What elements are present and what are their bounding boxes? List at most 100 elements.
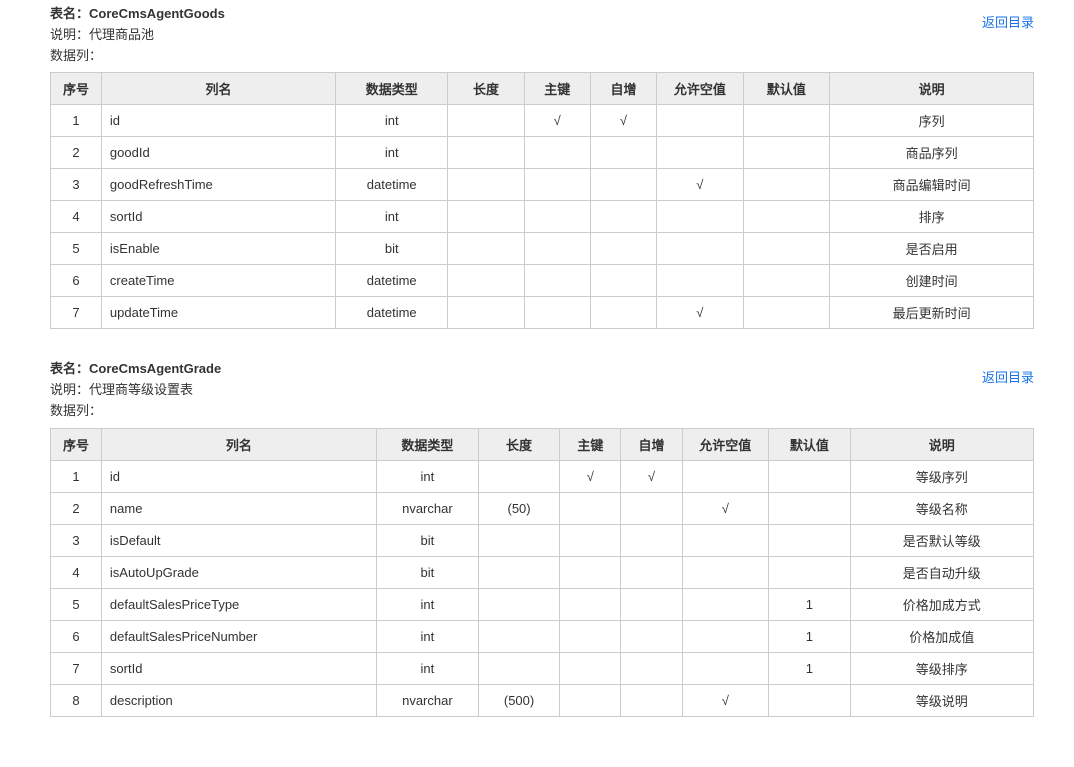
cell-no: 2	[51, 137, 102, 169]
cell-null	[682, 524, 769, 556]
cell-def	[769, 524, 850, 556]
cell-ai	[621, 524, 682, 556]
columns-prefix-line: 数据列：	[50, 401, 1034, 422]
cell-def: 1	[769, 652, 850, 684]
col-header: 默认值	[769, 428, 850, 460]
cell-null	[657, 137, 744, 169]
cell-col: defaultSalesPriceType	[101, 588, 376, 620]
cell-null	[682, 460, 769, 492]
cell-type: bit	[376, 524, 478, 556]
cell-len: (50)	[478, 492, 559, 524]
table-name-line: 表名：CoreCmsAgentGoods	[50, 4, 1034, 25]
cell-remark: 商品编辑时间	[830, 169, 1034, 201]
table-name-line: 表名：CoreCmsAgentGrade	[50, 359, 1034, 380]
cell-null	[682, 620, 769, 652]
cell-no: 5	[51, 233, 102, 265]
col-header: 数据类型	[376, 428, 478, 460]
cell-null: √	[657, 169, 744, 201]
cell-pk	[560, 492, 621, 524]
back-to-toc-link[interactable]: 返回目录	[982, 367, 1034, 386]
cell-def	[769, 460, 850, 492]
cell-pk	[560, 684, 621, 716]
cell-null	[657, 105, 744, 137]
cell-def	[769, 684, 850, 716]
cell-null: √	[682, 492, 769, 524]
cell-pk	[524, 137, 590, 169]
table-row: 1idint√√序列	[51, 105, 1034, 137]
col-header: 自增	[621, 428, 682, 460]
cell-remark: 是否默认等级	[850, 524, 1033, 556]
cell-no: 6	[51, 620, 102, 652]
cell-no: 1	[51, 460, 102, 492]
cell-remark: 价格加成方式	[850, 588, 1033, 620]
cell-no: 8	[51, 684, 102, 716]
back-to-toc-link[interactable]: 返回目录	[982, 12, 1034, 31]
cell-len	[448, 297, 524, 329]
cell-def	[743, 169, 830, 201]
col-header: 序号	[51, 428, 102, 460]
cell-col: updateTime	[101, 297, 335, 329]
table-row: 5isEnablebit 是否启用	[51, 233, 1034, 265]
cell-len: (500)	[478, 684, 559, 716]
cell-remark: 创建时间	[830, 265, 1034, 297]
table-name-prefix: 表名：	[50, 6, 89, 21]
cell-no: 3	[51, 169, 102, 201]
cell-len	[448, 265, 524, 297]
cell-remark: 排序	[830, 201, 1034, 233]
col-header: 长度	[478, 428, 559, 460]
cell-ai	[590, 265, 656, 297]
cell-col: sortId	[101, 201, 335, 233]
cell-remark: 是否启用	[830, 233, 1034, 265]
table-row: 8descriptionnvarchar(500)√等级说明	[51, 684, 1034, 716]
header-row: 序号列名数据类型长度主键自增允许空值默认值说明	[51, 428, 1034, 460]
table-row: 3goodRefreshTimedatetime√商品编辑时间	[51, 169, 1034, 201]
cell-col: id	[101, 105, 335, 137]
cell-type: bit	[376, 556, 478, 588]
cell-ai	[621, 492, 682, 524]
cell-pk	[524, 169, 590, 201]
description-value: 代理商品池	[89, 27, 154, 42]
table-row: 7sortIdint1等级排序	[51, 652, 1034, 684]
header-row: 序号列名数据类型长度主键自增允许空值默认值说明	[51, 73, 1034, 105]
cell-type: int	[376, 588, 478, 620]
cell-col: id	[101, 460, 376, 492]
col-header: 主键	[560, 428, 621, 460]
cell-pk	[560, 556, 621, 588]
cell-no: 2	[51, 492, 102, 524]
section-header: 表名：CoreCmsAgentGoods说明：代理商品池数据列：返回目录	[50, 4, 1034, 66]
cell-len	[478, 620, 559, 652]
cell-remark: 等级序列	[850, 460, 1033, 492]
cell-type: bit	[336, 233, 448, 265]
cell-def: 1	[769, 588, 850, 620]
col-header: 允许空值	[682, 428, 769, 460]
cell-ai	[590, 201, 656, 233]
cell-col: isAutoUpGrade	[101, 556, 376, 588]
description-prefix: 说明：	[50, 382, 89, 397]
cell-type: datetime	[336, 265, 448, 297]
cell-col: isDefault	[101, 524, 376, 556]
cell-ai	[590, 169, 656, 201]
cell-col: sortId	[101, 652, 376, 684]
col-header: 列名	[101, 428, 376, 460]
table-name-value: CoreCmsAgentGoods	[89, 6, 225, 21]
cell-type: int	[376, 460, 478, 492]
cell-len	[448, 105, 524, 137]
cell-remark: 等级说明	[850, 684, 1033, 716]
cell-ai	[621, 652, 682, 684]
cell-col: goodRefreshTime	[101, 169, 335, 201]
col-header: 长度	[448, 73, 524, 105]
cell-no: 7	[51, 297, 102, 329]
table-row: 4isAutoUpGradebit是否自动升级	[51, 556, 1034, 588]
cell-null	[682, 556, 769, 588]
cell-no: 5	[51, 588, 102, 620]
cell-no: 7	[51, 652, 102, 684]
cell-remark: 等级名称	[850, 492, 1033, 524]
cell-remark: 等级排序	[850, 652, 1033, 684]
cell-ai	[590, 137, 656, 169]
col-header: 序号	[51, 73, 102, 105]
cell-col: isEnable	[101, 233, 335, 265]
cell-remark: 序列	[830, 105, 1034, 137]
description-prefix: 说明：	[50, 27, 89, 42]
table-section: 表名：CoreCmsAgentGoods说明：代理商品池数据列：返回目录序号列名…	[50, 4, 1034, 329]
cell-len	[478, 588, 559, 620]
